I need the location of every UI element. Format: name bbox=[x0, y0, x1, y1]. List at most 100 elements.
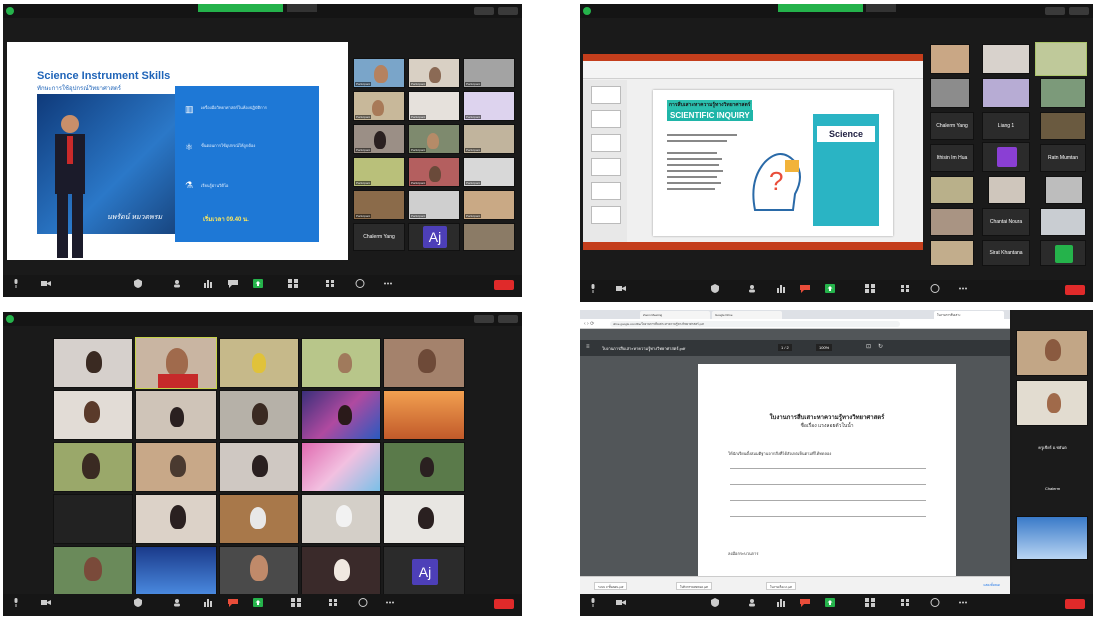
participant-video-tile[interactable]: Participant bbox=[408, 124, 460, 154]
participant-video-tile[interactable] bbox=[53, 338, 133, 388]
slide-thumbnail[interactable] bbox=[591, 206, 621, 224]
participants-icon[interactable] bbox=[748, 598, 758, 607]
participant-video-tile[interactable] bbox=[53, 494, 133, 544]
microphone-icon[interactable] bbox=[588, 284, 598, 293]
reactions-icon[interactable] bbox=[930, 284, 940, 293]
share-screen-icon[interactable] bbox=[253, 598, 263, 607]
slide-thumbnail[interactable] bbox=[591, 158, 621, 176]
participant-video-tile[interactable] bbox=[930, 208, 974, 236]
breakout-rooms-icon[interactable] bbox=[865, 598, 875, 607]
participant-video-tile[interactable] bbox=[383, 442, 465, 492]
polls-icon[interactable] bbox=[776, 598, 786, 607]
video-camera-icon[interactable] bbox=[41, 279, 51, 288]
participant-video-tile[interactable]: Participant bbox=[353, 124, 405, 154]
apps-icon[interactable] bbox=[325, 279, 335, 288]
reactions-icon[interactable] bbox=[355, 279, 365, 288]
back-forward-icon[interactable]: ‹ › ⟳ bbox=[584, 321, 594, 327]
zoom-level[interactable]: 100% bbox=[816, 344, 833, 351]
slide-thumbnail[interactable] bbox=[591, 110, 621, 128]
participant-video-tile[interactable]: Participant bbox=[463, 190, 515, 220]
participant-video-tile[interactable] bbox=[1016, 516, 1088, 560]
polls-icon[interactable] bbox=[203, 279, 213, 288]
share-screen-icon[interactable] bbox=[253, 279, 263, 288]
participant-video-tile[interactable] bbox=[383, 390, 465, 440]
participant-video-tile[interactable] bbox=[135, 442, 217, 492]
participant-name-tile[interactable]: Ithisin Im Hua bbox=[930, 144, 974, 172]
participant-name-tile[interactable]: Sirat Khantana bbox=[982, 240, 1030, 266]
participant-video-tile[interactable] bbox=[219, 338, 299, 388]
fullscreen-button[interactable] bbox=[1069, 7, 1089, 15]
slide-thumbnail[interactable] bbox=[591, 134, 621, 152]
meeting-info-icon[interactable] bbox=[583, 7, 591, 15]
participant-video-tile[interactable] bbox=[301, 494, 381, 544]
more-icon[interactable] bbox=[385, 598, 395, 607]
participant-video-tile[interactable] bbox=[1035, 42, 1087, 76]
participant-video-tile[interactable]: Participant bbox=[353, 157, 405, 187]
show-all-downloads-link[interactable]: แสดงทั้งหมด bbox=[983, 583, 1000, 588]
participant-avatar-tile[interactable]: Aj bbox=[383, 546, 465, 596]
microphone-icon[interactable] bbox=[11, 279, 21, 288]
participant-name-tile[interactable]: Liang 1 bbox=[982, 112, 1030, 140]
participant-name-tile[interactable]: Ratn Mumtan bbox=[1040, 144, 1086, 172]
participant-name-tile[interactable]: Chantai Noura bbox=[982, 208, 1030, 236]
participant-video-tile[interactable] bbox=[463, 223, 515, 251]
participant-video-tile[interactable] bbox=[930, 44, 970, 74]
meeting-info-icon[interactable] bbox=[6, 7, 14, 15]
apps-icon[interactable] bbox=[900, 598, 910, 607]
url-field[interactable]: drive.google.com/file/ใบงานการสืบเสาะหาค… bbox=[610, 321, 900, 327]
participant-video-tile[interactable]: Participant bbox=[353, 190, 405, 220]
participant-name-tile[interactable]: Chalerm Yang bbox=[353, 223, 405, 251]
chat-icon[interactable] bbox=[800, 284, 810, 293]
participant-video-tile[interactable] bbox=[982, 78, 1030, 108]
chat-icon[interactable] bbox=[228, 279, 238, 288]
stop-share-button[interactable] bbox=[866, 4, 896, 12]
participant-video-tile[interactable] bbox=[53, 442, 133, 492]
participant-video-tile[interactable] bbox=[1016, 330, 1088, 376]
menu-icon[interactable]: ≡ bbox=[586, 344, 590, 350]
participant-video-tile[interactable]: Participant bbox=[463, 58, 515, 88]
polls-icon[interactable] bbox=[203, 598, 213, 607]
more-icon[interactable] bbox=[958, 284, 968, 293]
participant-video-tile[interactable] bbox=[219, 390, 299, 440]
participant-video-tile[interactable]: Participant bbox=[408, 91, 460, 121]
participant-video-tile[interactable] bbox=[301, 338, 381, 388]
security-icon[interactable] bbox=[710, 284, 720, 293]
download-item[interactable]: ระบบ 3 ขั้นตอน.pdf bbox=[594, 582, 628, 590]
participant-video-tile[interactable] bbox=[219, 546, 299, 596]
participant-video-tile[interactable] bbox=[53, 390, 133, 440]
participant-avatar-tile[interactable]: Aj bbox=[408, 223, 460, 251]
video-camera-icon[interactable] bbox=[41, 598, 51, 607]
page-indicator[interactable]: 1 / 2 bbox=[778, 344, 792, 351]
participant-video-tile[interactable] bbox=[1016, 380, 1088, 426]
participant-avatar-tile[interactable] bbox=[982, 142, 1030, 172]
speaker-view-button[interactable] bbox=[1045, 7, 1065, 15]
breakout-rooms-icon[interactable] bbox=[291, 598, 301, 607]
participant-video-tile[interactable] bbox=[930, 176, 974, 204]
slide-thumbnail[interactable] bbox=[591, 86, 621, 104]
participant-video-tile[interactable] bbox=[1045, 176, 1083, 204]
rotate-icon[interactable]: ↻ bbox=[878, 343, 883, 350]
end-meeting-button[interactable] bbox=[1065, 599, 1085, 609]
participant-video-tile[interactable] bbox=[53, 546, 133, 596]
breakout-rooms-icon[interactable] bbox=[865, 284, 875, 293]
microphone-icon[interactable] bbox=[11, 598, 21, 607]
participant-video-tile[interactable]: Participant bbox=[463, 157, 515, 187]
participant-video-tile[interactable] bbox=[135, 546, 217, 596]
participant-video-tile[interactable]: Participant bbox=[463, 124, 515, 154]
participant-video-tile[interactable] bbox=[930, 240, 974, 266]
participant-video-tile[interactable] bbox=[301, 546, 381, 596]
participant-video-tile[interactable] bbox=[1040, 112, 1086, 140]
speaker-view-button[interactable] bbox=[474, 7, 494, 15]
fit-page-icon[interactable]: ⊡ bbox=[866, 343, 871, 350]
speaker-view-button[interactable] bbox=[474, 315, 494, 323]
participant-video-tile[interactable] bbox=[383, 494, 465, 544]
participant-video-tile[interactable] bbox=[988, 176, 1026, 204]
end-meeting-button[interactable] bbox=[1065, 285, 1085, 295]
slide-thumbnail[interactable] bbox=[591, 182, 621, 200]
participant-video-tile[interactable]: Participant bbox=[408, 190, 460, 220]
apps-icon[interactable] bbox=[328, 598, 338, 607]
chat-icon[interactable] bbox=[800, 598, 810, 607]
browser-tab-active[interactable]: ใบงานการสืบเสาะ bbox=[934, 311, 1004, 319]
more-icon[interactable] bbox=[958, 598, 968, 607]
participant-video-tile[interactable]: Participant bbox=[353, 91, 405, 121]
